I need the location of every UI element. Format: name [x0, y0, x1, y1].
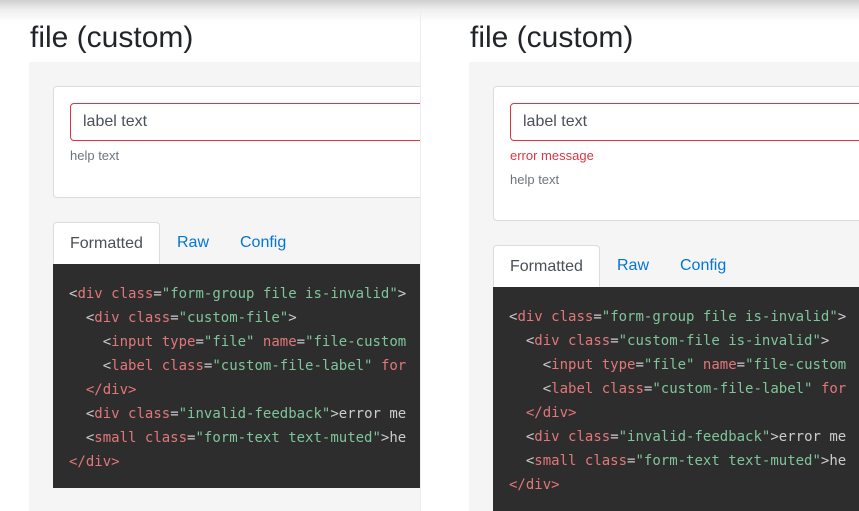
custom-file-input[interactable]: label text — [70, 103, 420, 141]
file-input-label: label text — [83, 113, 148, 130]
code-line: <div class="form-group file is-invalid"> — [69, 286, 407, 302]
help-text: help text — [510, 172, 560, 187]
help-text: help text — [70, 148, 120, 163]
custom-file-input[interactable]: label text — [510, 103, 859, 141]
code-line: </div> — [525, 405, 577, 421]
left-example: file (custom) label text help text Forma… — [0, 0, 420, 511]
right-example: file (custom) label text error message h… — [440, 0, 859, 511]
code-line: <small class="form-text text-muted">he — [525, 453, 847, 469]
error-message: error message — [510, 148, 594, 163]
code-tabs: Formatted Raw Config — [53, 222, 420, 264]
code-line: </div> — [85, 382, 137, 398]
tab-raw[interactable]: Raw — [161, 222, 225, 264]
example-panel: label text help text Formatted Raw Confi… — [29, 62, 420, 511]
preview-card: label text error message help text — [493, 86, 859, 221]
example-panel: label text error message help text Forma… — [469, 62, 859, 511]
code-line: <div class="custom-file"> — [85, 310, 297, 326]
code-line: </div> — [509, 477, 560, 493]
code-line: <input type="file" name="file-custom — [102, 334, 407, 350]
page-title: file (custom) — [470, 21, 634, 54]
code-line: <label class="custom-file-label" for — [542, 381, 847, 397]
code-block: <div class="form-group file is-invalid">… — [53, 264, 420, 488]
column-divider — [420, 0, 421, 511]
tab-formatted[interactable]: Formatted — [493, 245, 600, 287]
file-input-label: label text — [523, 113, 588, 130]
tab-config[interactable]: Config — [664, 245, 742, 287]
code-line: </div> — [69, 454, 120, 470]
tab-raw[interactable]: Raw — [601, 245, 665, 287]
code-line: <div class="form-group file is-invalid"> — [509, 309, 847, 325]
code-line: <div class="invalid-feedback">error me — [525, 429, 847, 445]
preview-card: label text help text — [53, 86, 420, 198]
tab-config[interactable]: Config — [224, 222, 302, 264]
code-line: <label class="custom-file-label" for — [102, 358, 407, 374]
code-block: <div class="form-group file is-invalid">… — [493, 287, 859, 511]
code-line: <input type="file" name="file-custom — [542, 357, 847, 373]
tab-formatted[interactable]: Formatted — [53, 222, 160, 264]
page-title: file (custom) — [30, 21, 194, 54]
code-line: <small class="form-text text-muted">he — [85, 430, 407, 446]
code-tabs: Formatted Raw Config — [493, 245, 859, 287]
code-line: <div class="invalid-feedback">error me — [85, 406, 407, 422]
code-line: <div class="custom-file is-invalid"> — [525, 333, 830, 349]
